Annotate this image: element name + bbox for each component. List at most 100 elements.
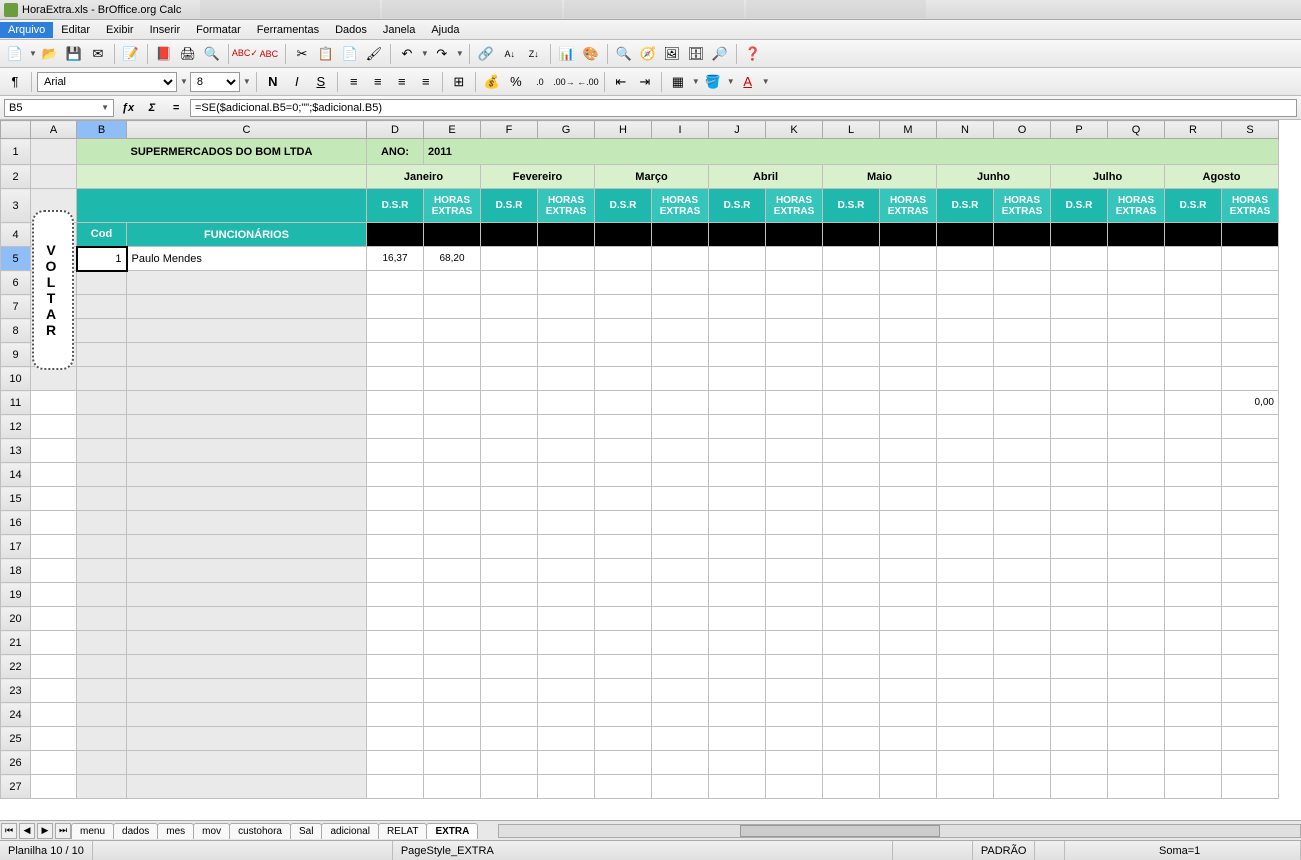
cell[interactable]	[880, 775, 936, 798]
cell[interactable]	[1051, 487, 1107, 510]
cell[interactable]	[1108, 559, 1164, 582]
cell[interactable]	[77, 583, 126, 606]
cell[interactable]	[823, 727, 879, 750]
cell[interactable]	[937, 319, 993, 342]
col-header-D[interactable]: D	[367, 121, 424, 139]
cell[interactable]	[1165, 679, 1221, 702]
cell[interactable]	[127, 535, 366, 558]
row-header-19[interactable]: 19	[1, 583, 31, 607]
cell[interactable]	[595, 631, 651, 654]
cell[interactable]	[481, 679, 537, 702]
cell[interactable]	[880, 463, 936, 486]
underline-button[interactable]: S	[310, 71, 332, 93]
cell[interactable]	[1051, 415, 1107, 438]
cell[interactable]	[766, 679, 822, 702]
cell[interactable]	[709, 727, 765, 750]
cell[interactable]	[937, 631, 993, 654]
cell[interactable]	[1222, 775, 1278, 798]
align-right-button[interactable]: ≡	[391, 71, 413, 93]
cell[interactable]	[994, 487, 1050, 510]
cell[interactable]	[424, 583, 480, 606]
autospell-button[interactable]: ABC	[258, 43, 280, 65]
cell[interactable]	[367, 367, 423, 390]
cell[interactable]	[595, 463, 651, 486]
cell[interactable]	[481, 343, 537, 366]
row-header-13[interactable]: 13	[1, 439, 31, 463]
cell[interactable]	[1165, 559, 1221, 582]
cell[interactable]	[880, 343, 936, 366]
cell[interactable]	[1222, 607, 1278, 630]
cell[interactable]	[595, 367, 651, 390]
merge-cells-button[interactable]: ⊞	[448, 71, 470, 93]
cell[interactable]	[1108, 583, 1164, 606]
cell[interactable]	[1051, 751, 1107, 774]
cell[interactable]	[880, 391, 936, 414]
cell[interactable]	[424, 559, 480, 582]
styles-button[interactable]: ¶	[4, 71, 26, 93]
sheet-tab-dados[interactable]: dados	[113, 823, 158, 839]
cell[interactable]	[766, 367, 822, 390]
cell[interactable]	[1051, 535, 1107, 558]
cell[interactable]	[595, 319, 651, 342]
cell[interactable]	[127, 391, 366, 414]
cell[interactable]	[77, 343, 126, 366]
cell[interactable]	[367, 655, 423, 678]
cell[interactable]	[1165, 271, 1221, 294]
tab-first-button[interactable]: ⏮	[1, 823, 17, 839]
cell[interactable]	[709, 295, 765, 318]
cell[interactable]	[823, 535, 879, 558]
cell[interactable]	[595, 295, 651, 318]
cell[interactable]	[127, 679, 366, 702]
cell[interactable]	[481, 415, 537, 438]
cell[interactable]	[595, 415, 651, 438]
cell[interactable]	[1165, 319, 1221, 342]
cell[interactable]	[595, 607, 651, 630]
cell[interactable]	[880, 295, 936, 318]
cell[interactable]	[652, 463, 708, 486]
cell[interactable]	[1165, 391, 1221, 414]
cell[interactable]	[127, 727, 366, 750]
row-header-20[interactable]: 20	[1, 607, 31, 631]
cell[interactable]	[1222, 703, 1278, 726]
cell[interactable]	[1222, 511, 1278, 534]
cell[interactable]	[709, 271, 765, 294]
row-header-22[interactable]: 22	[1, 655, 31, 679]
col-header-Q[interactable]: Q	[1108, 121, 1165, 139]
cell[interactable]	[1165, 295, 1221, 318]
col-header-S[interactable]: S	[1222, 121, 1279, 139]
tab-prev-button[interactable]: ◀	[19, 823, 35, 839]
cell[interactable]	[823, 751, 879, 774]
cell[interactable]	[880, 703, 936, 726]
cell[interactable]	[709, 703, 765, 726]
cell[interactable]	[709, 679, 765, 702]
cell[interactable]	[538, 415, 594, 438]
col-header-M[interactable]: M	[880, 121, 937, 139]
cell[interactable]	[880, 607, 936, 630]
cell[interactable]	[652, 775, 708, 798]
row-header-10[interactable]: 10	[1, 367, 31, 391]
cell[interactable]	[367, 607, 423, 630]
cell[interactable]	[77, 703, 126, 726]
cell[interactable]	[652, 535, 708, 558]
save-button[interactable]: 💾	[63, 43, 85, 65]
sheet-tab-mov[interactable]: mov	[193, 823, 230, 839]
cell[interactable]	[424, 703, 480, 726]
cell[interactable]	[766, 631, 822, 654]
cell[interactable]	[880, 511, 936, 534]
cell[interactable]	[937, 463, 993, 486]
cell[interactable]	[1108, 727, 1164, 750]
cell[interactable]	[1222, 655, 1278, 678]
open-button[interactable]: 📂	[39, 43, 61, 65]
cell[interactable]	[709, 415, 765, 438]
cell[interactable]	[127, 655, 366, 678]
cell[interactable]	[766, 511, 822, 534]
cell-nome[interactable]: Paulo Mendes	[128, 247, 367, 270]
cell[interactable]	[538, 343, 594, 366]
cell[interactable]	[766, 319, 822, 342]
cell[interactable]	[1165, 415, 1221, 438]
cell[interactable]	[652, 655, 708, 678]
currency-button[interactable]: 💰	[481, 71, 503, 93]
find-button[interactable]: 🔍	[613, 43, 635, 65]
copy-button[interactable]: 📋	[315, 43, 337, 65]
cell[interactable]	[1165, 535, 1221, 558]
